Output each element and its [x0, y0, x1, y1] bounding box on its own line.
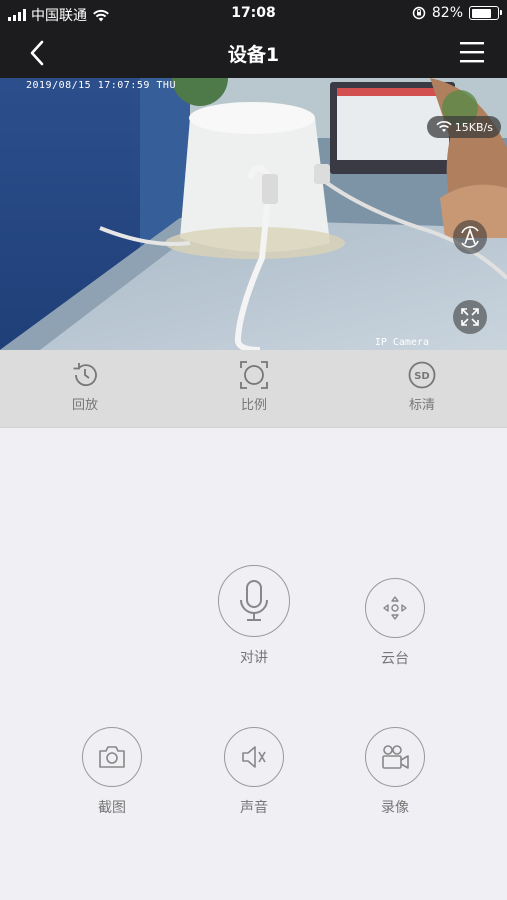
fullscreen-button[interactable]: [453, 300, 487, 334]
video-camera-icon: [382, 745, 409, 769]
aspect-ratio-button[interactable]: 比例: [214, 360, 294, 413]
record-circle: [365, 727, 425, 787]
battery-percent: 82%: [431, 5, 463, 21]
ptz-label: 云台: [381, 651, 409, 667]
talk-button[interactable]: 对讲: [199, 565, 309, 667]
svg-text:SD: SD: [414, 371, 430, 382]
snapshot-button[interactable]: 截图: [57, 727, 167, 817]
video-timestamp-overlay: 2019/08/15 17:07:59 THU: [26, 80, 176, 91]
network-speed-value: 15KB/s: [454, 120, 493, 134]
aspect-ratio-label: 比例: [240, 398, 267, 413]
sound-circle: [224, 727, 284, 787]
video-camera-label-overlay: IP Camera: [374, 337, 429, 348]
talk-label: 对讲: [240, 650, 268, 666]
battery-icon: [469, 6, 502, 20]
quality-label: 标清: [408, 398, 435, 413]
rotation-lock-icon: [412, 6, 426, 20]
battery-level-fill: [471, 8, 492, 18]
ptz-button[interactable]: 云台: [340, 578, 450, 668]
microphone-icon: [240, 580, 268, 621]
sound-label: 声音: [240, 800, 268, 816]
history-icon: [73, 363, 97, 387]
auto-rotate-icon: [461, 226, 479, 248]
status-bar: 中国联通 17:08 82%: [0, 0, 507, 28]
status-right: 82%: [412, 5, 502, 21]
video-toolbar: 回放 比例 SD 标清: [0, 350, 507, 428]
record-button[interactable]: 录像: [340, 727, 450, 817]
aspect-ratio-icon: [240, 361, 268, 389]
wifi-icon: [436, 121, 452, 132]
sd-quality-icon: SD: [408, 361, 436, 389]
page-title: 设备1: [227, 44, 280, 66]
record-label: 录像: [381, 800, 409, 816]
nav-bar: 设备1: [0, 28, 507, 78]
fullscreen-expand-icon: [461, 308, 479, 326]
talk-circle: [218, 565, 290, 637]
snapshot-circle: [82, 727, 142, 787]
playback-button[interactable]: 回放: [45, 360, 125, 413]
sound-button[interactable]: 声音: [199, 727, 309, 817]
quality-button[interactable]: SD 标清: [382, 360, 462, 413]
camera-icon: [99, 746, 125, 768]
direction-pad-icon: [383, 596, 407, 620]
snapshot-label: 截图: [98, 800, 126, 816]
playback-label: 回放: [71, 398, 98, 413]
auto-mode-button[interactable]: [453, 220, 487, 254]
hamburger-menu-icon: [460, 42, 484, 63]
network-speed-badge: 15KB/s: [427, 116, 501, 138]
ptz-circle: [365, 578, 425, 638]
camera-video-feed[interactable]: 2019/08/15 17:07:59 THU IP Camera 15KB/s: [0, 78, 507, 350]
menu-button[interactable]: [459, 40, 485, 64]
speaker-muted-icon: [242, 746, 266, 768]
